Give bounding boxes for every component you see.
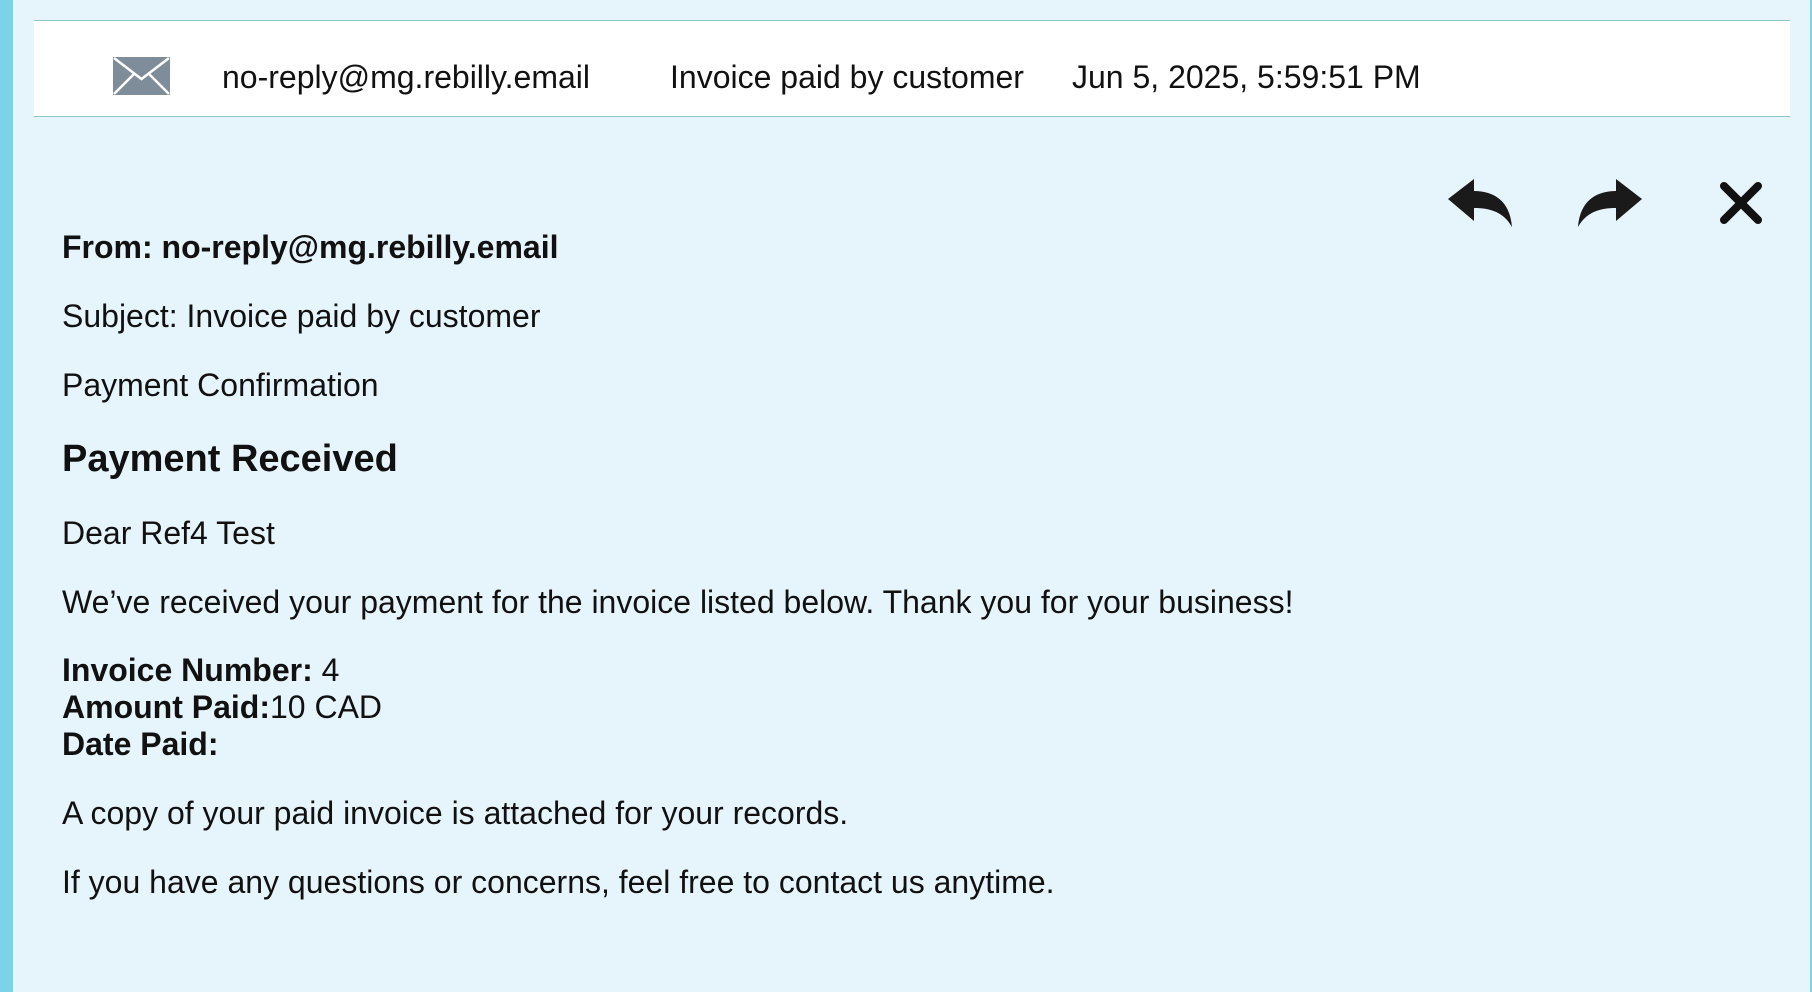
message-heading: Payment Received [62, 438, 398, 480]
message-list-row[interactable]: no-reply@mg.rebilly.email Invoice paid b… [34, 20, 1790, 117]
reply-icon [1448, 177, 1514, 234]
detail-invoice-number: Invoice Number: 4 [62, 652, 1562, 689]
message-body: From: no-reply@mg.rebilly.email Subject:… [62, 228, 1562, 901]
amount-paid-value: 10 CAD [269, 689, 383, 725]
invoice-number-value: 4 [312, 652, 340, 688]
row-date: Jun 5, 2025, 5:59:51 PM [1072, 59, 1421, 95]
date-paid-label: Date Paid: [62, 726, 219, 762]
invoice-details: Invoice Number: 4 Amount Paid:10 CAD Dat… [62, 652, 1562, 763]
left-accent-strip [0, 0, 13, 992]
message-greeting: Dear Ref4 Test [62, 515, 275, 551]
invoice-number-label: Invoice Number: [62, 652, 313, 688]
envelope-icon [113, 57, 170, 95]
closing-line: If you have any questions or concerns, f… [62, 864, 1055, 900]
message-preheader: Payment Confirmation [62, 367, 379, 403]
message-from: From: no-reply@mg.rebilly.email [62, 229, 559, 265]
message-subject: Subject: Invoice paid by customer [62, 298, 541, 334]
forward-icon [1576, 177, 1642, 234]
row-sender: no-reply@mg.rebilly.email [222, 59, 590, 95]
attachment-note: A copy of your paid invoice is attached … [62, 795, 849, 831]
detail-amount-paid: Amount Paid:10 CAD [62, 689, 1562, 726]
message-intro: We’ve received your payment for the invo… [62, 584, 1294, 620]
detail-date-paid: Date Paid: [62, 726, 1562, 763]
amount-paid-label: Amount Paid: [62, 689, 270, 725]
forward-button[interactable] [1574, 178, 1644, 232]
row-subject: Invoice paid by customer [670, 59, 1024, 95]
close-icon [1719, 181, 1763, 230]
reply-button[interactable] [1446, 178, 1516, 232]
close-button[interactable] [1706, 178, 1776, 232]
